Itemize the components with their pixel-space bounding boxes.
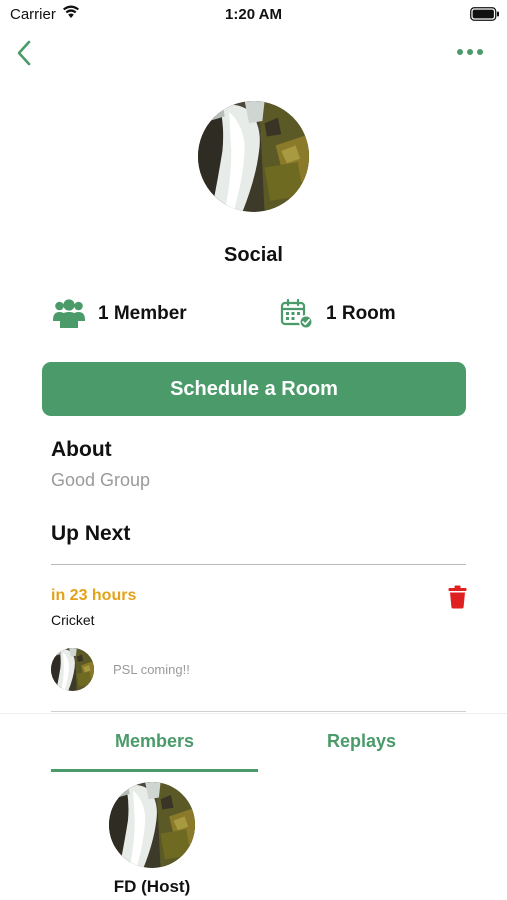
divider [0,713,507,714]
member-name: FD (Host) [113,877,191,896]
schedule-room-button[interactable]: Schedule a Room [42,362,466,416]
active-tab-indicator [51,769,258,772]
battery-icon [470,7,500,21]
status-time: 1:20 AM [225,6,282,23]
members-count: 1 Member [98,303,187,324]
more-horizontal-icon [457,49,483,55]
group-name: Social [224,244,283,266]
about-text: Good Group [51,470,151,490]
group-avatar [198,101,309,212]
about-heading: About [51,438,112,461]
calendar-check-icon [279,298,313,330]
tab-replays[interactable]: Replays [258,731,465,752]
event-time: in 23 hours [51,587,137,604]
members-icon [52,297,86,329]
event-description: PSL coming!! [113,662,190,677]
more-options-button[interactable] [453,44,487,60]
divider [51,564,466,565]
member-avatar[interactable] [109,782,195,868]
tab-members[interactable]: Members [51,731,258,752]
divider [51,711,466,712]
event-title[interactable]: Cricket [51,612,95,628]
trash-icon[interactable] [448,585,467,609]
up-next-heading: Up Next [51,522,131,545]
back-button[interactable] [12,38,38,68]
chevron-left-icon [17,40,31,66]
rooms-count: 1 Room [326,303,396,324]
event-host-avatar [51,648,94,691]
